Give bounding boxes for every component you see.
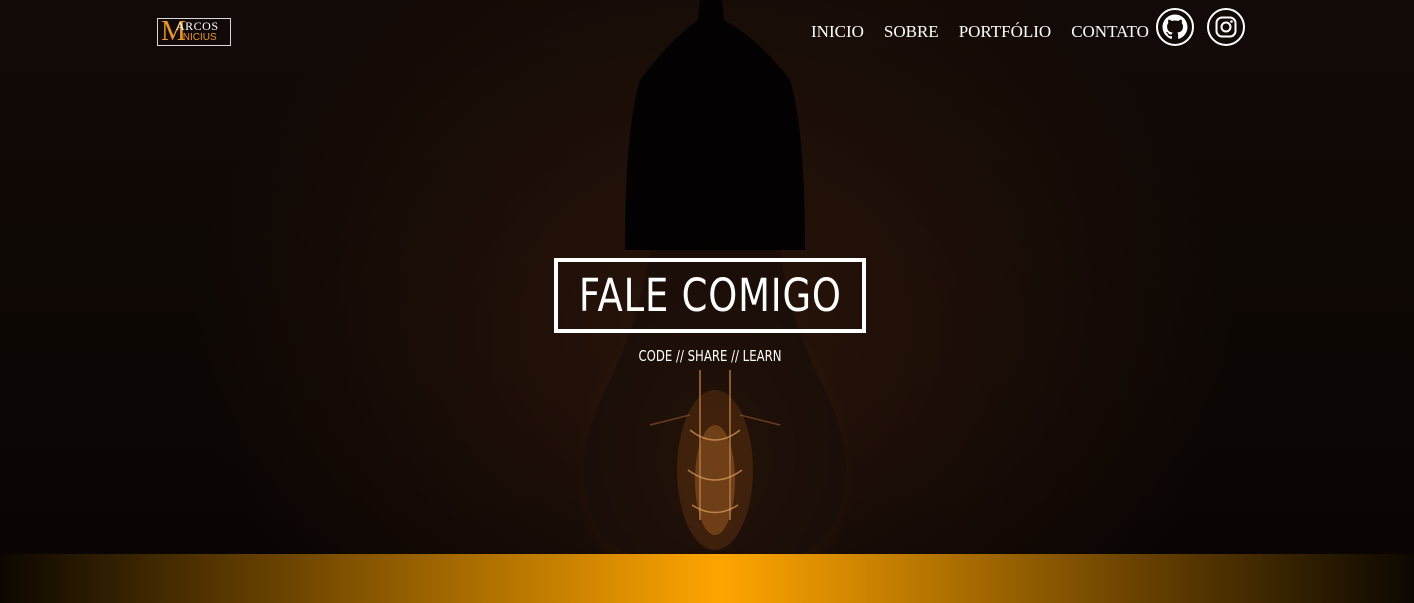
nav-link-sobre[interactable]: SOBRE xyxy=(884,22,939,42)
main-nav: INICIO SOBRE PORTFÓLIO CONTATO xyxy=(811,22,1149,42)
page: M ARCOS INICIUS INICIO SOBRE PORTFÓLIO C… xyxy=(0,0,1414,603)
instagram-icon xyxy=(1215,16,1237,38)
github-icon xyxy=(1162,14,1188,39)
hero-title-frame: FALE COMIGO xyxy=(554,258,866,333)
nav-link-portfolio[interactable]: PORTFÓLIO xyxy=(959,22,1052,42)
nav-link-inicio[interactable]: INICIO xyxy=(811,22,864,42)
hero-title: FALE COMIGO xyxy=(578,269,842,322)
github-button[interactable] xyxy=(1156,8,1194,46)
logo-top-text: ARCOS xyxy=(176,19,219,33)
nav-link-contato[interactable]: CONTATO xyxy=(1071,22,1149,42)
logo-bottom-text: INICIUS xyxy=(180,32,217,43)
accent-bar xyxy=(0,554,1414,603)
site-logo[interactable]: M ARCOS INICIUS xyxy=(157,18,231,46)
hero-tagline: CODE // SHARE // LEARN xyxy=(638,347,782,365)
instagram-button[interactable] xyxy=(1207,8,1245,46)
